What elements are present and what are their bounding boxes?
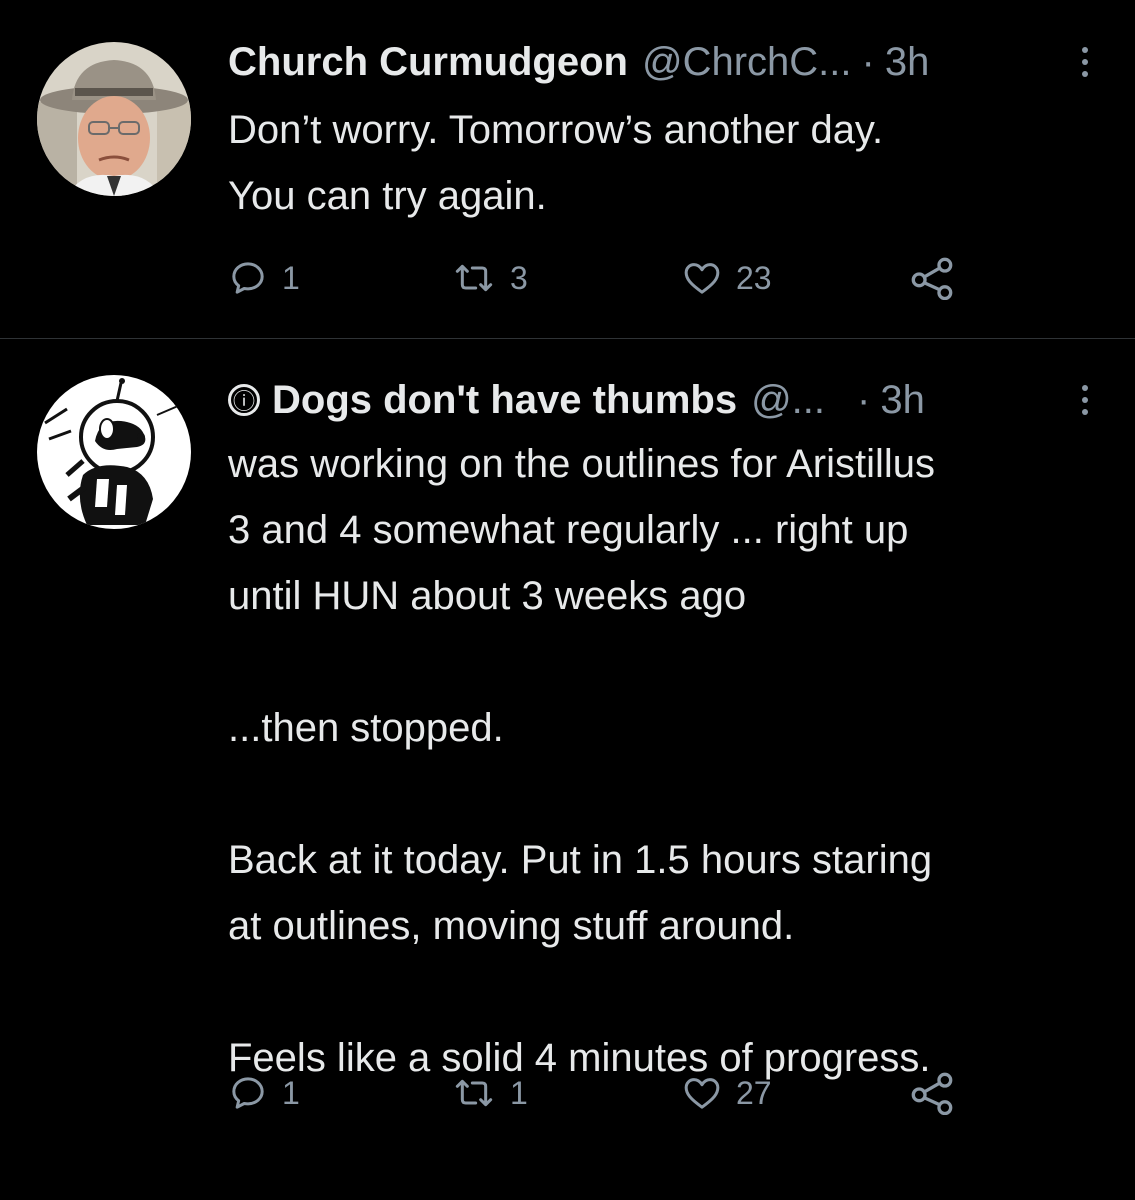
like-button[interactable]: 27 — [682, 1069, 772, 1117]
like-button[interactable]: 23 — [682, 254, 772, 302]
more-icon[interactable] — [1075, 379, 1095, 421]
separator-dot: · — [857, 377, 871, 422]
tweet-header: ⓘ Dogs don't have thumbs @... · 3h — [228, 377, 1095, 423]
share-button[interactable] — [908, 1069, 956, 1117]
tweet-text: Don’t worry. Tomorrow’s another day. You… — [228, 108, 884, 218]
like-count: 27 — [736, 1074, 772, 1111]
retweet-icon — [455, 1079, 493, 1107]
retweet-icon — [455, 264, 493, 292]
tweet-actions: 1 1 27 — [228, 1069, 968, 1117]
reply-count: 1 — [282, 259, 300, 296]
display-name[interactable]: Dogs don't have thumbs — [272, 378, 737, 423]
tweet-text: was working on the outlines for Aristill… — [228, 442, 935, 1080]
reply-icon — [232, 1077, 264, 1109]
timestamp[interactable]: 3h — [885, 40, 930, 85]
tweet-header: Church Curmudgeon @ChrchC... · 3h — [228, 39, 1095, 85]
like-icon — [684, 263, 720, 294]
avatar-image — [37, 42, 191, 196]
avatar-image — [37, 375, 191, 529]
avatar[interactable] — [37, 375, 191, 529]
reply-icon — [232, 262, 264, 294]
like-count: 23 — [736, 259, 772, 296]
retweet-count: 3 — [510, 259, 528, 296]
tweet[interactable]: ⓘ Dogs don't have thumbs @... · 3h was w… — [0, 339, 1135, 1200]
avatar[interactable] — [37, 42, 191, 196]
tweet[interactable]: Church Curmudgeon @ChrchC... · 3h Don’t … — [0, 0, 1135, 339]
user-handle[interactable]: @... — [751, 378, 825, 423]
timestamp[interactable]: 3h — [880, 378, 925, 423]
reply-count: 1 — [282, 1074, 300, 1111]
retweet-count: 1 — [510, 1074, 528, 1111]
tweet-actions: 1 3 23 — [228, 254, 968, 302]
more-icon[interactable] — [1075, 41, 1095, 83]
like-icon — [684, 1078, 720, 1109]
display-name[interactable]: Church Curmudgeon — [228, 40, 628, 85]
share-icon — [911, 257, 953, 300]
share-icon — [911, 1072, 953, 1115]
share-button[interactable] — [908, 254, 956, 302]
reply-button[interactable]: 1 — [228, 254, 300, 302]
retweet-button[interactable]: 1 — [452, 1069, 528, 1117]
info-icon[interactable]: ⓘ — [228, 384, 260, 416]
retweet-button[interactable]: 3 — [452, 254, 528, 302]
separator-dot: · — [861, 39, 875, 84]
reply-button[interactable]: 1 — [228, 1069, 300, 1117]
user-handle[interactable]: @ChrchC... — [642, 40, 852, 85]
